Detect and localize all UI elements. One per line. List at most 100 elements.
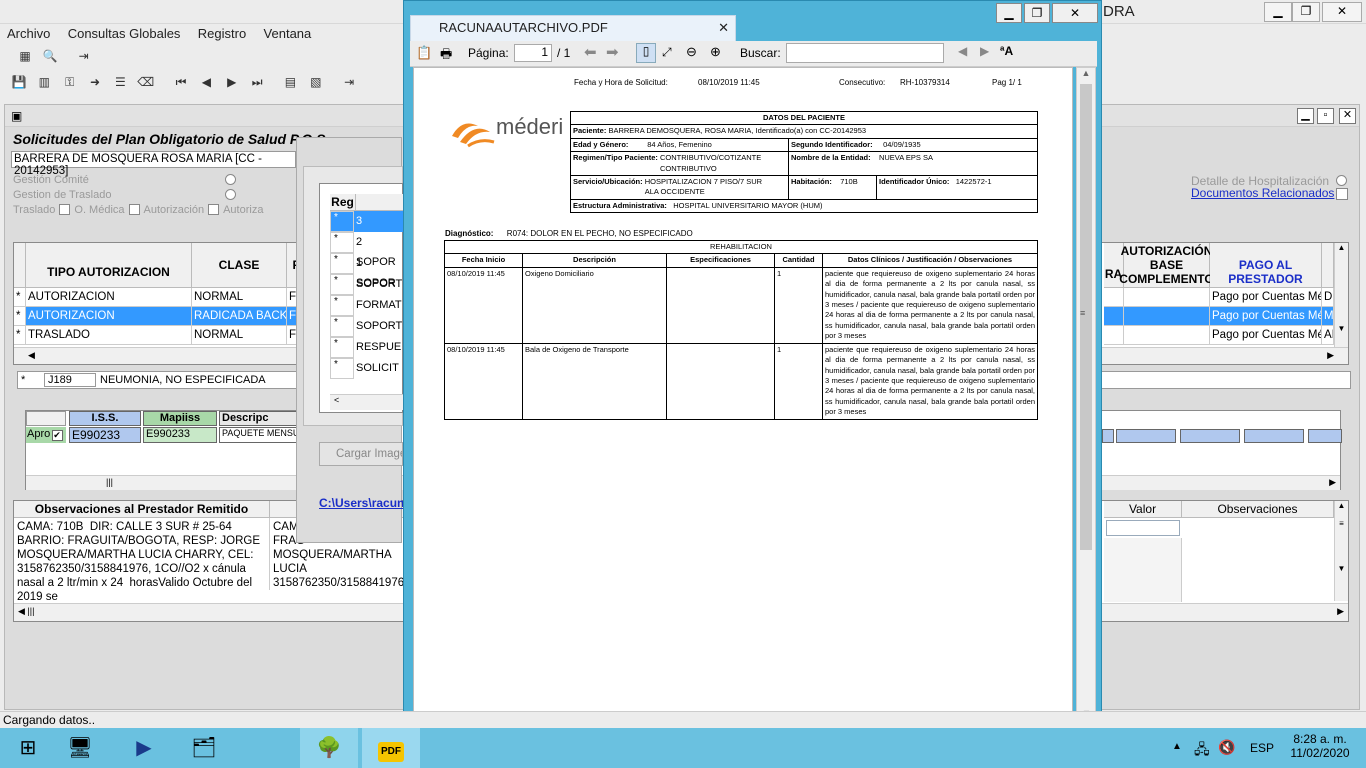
match-case-icon[interactable]: ªA	[1000, 44, 1013, 58]
volume-muted-icon[interactable]: 🔇	[1218, 739, 1235, 756]
network-icon[interactable]: 🖧	[1194, 739, 1210, 763]
list-icon[interactable]: ☰	[111, 73, 129, 91]
documentos-relacionados-link[interactable]: Documentos Relacionados	[1191, 186, 1334, 200]
menu-archivo[interactable]: Archivo	[0, 24, 57, 43]
exit2-icon[interactable]: ⇥	[340, 73, 358, 91]
search-next-icon[interactable]: ▶	[980, 44, 989, 58]
pdf-vscroll[interactable]: ▲ ≡ ▼	[1076, 67, 1096, 721]
col-pago-prestador[interactable]: PAGO AL PRESTADOR	[1210, 243, 1322, 288]
obs-vscroll[interactable]: ▲ ≡ ▼	[1334, 501, 1348, 601]
search-prev-icon[interactable]: ◀	[958, 44, 967, 58]
detalle-hospitalizacion-radio[interactable]	[1336, 175, 1347, 186]
col-tipo-autorizacion[interactable]: TIPO AUTORIZACION	[26, 243, 192, 288]
pdf-tab[interactable]: RACUNAAUTARCHIVO.PDF ✕	[410, 15, 736, 41]
grid-vscroll[interactable]: ▲ ▼	[1334, 243, 1348, 347]
list-item[interactable]: * 3 SOPOR	[330, 211, 404, 247]
search-input[interactable]	[786, 43, 944, 63]
close-tab-icon[interactable]: ✕	[718, 16, 729, 40]
tray-expand-icon[interactable]: ▲	[1172, 741, 1182, 752]
file-path-link[interactable]: C:\Users\racuna	[319, 496, 403, 510]
fit-page-icon[interactable]: ▯	[636, 43, 656, 63]
eraser-icon[interactable]: ⌫	[137, 73, 155, 91]
calculator-icon[interactable]: ▦	[16, 47, 34, 65]
gestion-comite-radio[interactable]	[225, 174, 236, 185]
prev-page-icon[interactable]: ⬅	[584, 43, 597, 61]
col-mapiiss[interactable]: Mapiiss	[143, 411, 217, 426]
minimize-button[interactable]: ▁	[1264, 2, 1292, 22]
menu-consultas-globales[interactable]: Consultas Globales	[61, 24, 188, 43]
close-button[interactable]: ✕	[1322, 2, 1362, 22]
list-item[interactable]: * FORMAT	[330, 295, 404, 316]
doc-diagnosis: Diagnóstico: R074: DOLOR EN EL PECHO, NO…	[445, 229, 693, 238]
key-icon[interactable]: ⚿	[61, 73, 79, 91]
service-iss[interactable]: E990233	[69, 427, 141, 443]
pdf-maximize-button[interactable]: ❐	[1024, 3, 1050, 23]
inner-close-button[interactable]: ✕	[1339, 108, 1356, 124]
dx-code[interactable]: J189	[44, 373, 96, 387]
zoom-out-icon[interactable]: ⊖	[686, 44, 697, 60]
save-icon[interactable]: 💾	[10, 73, 28, 91]
gestion-traslado-radio[interactable]	[225, 189, 236, 200]
col-observaciones[interactable]: Observaciones	[1182, 501, 1334, 518]
list-item[interactable]: * RESPUE	[330, 337, 404, 358]
print-icon[interactable]: 🖶	[440, 45, 452, 67]
col-clase[interactable]: CLASE	[192, 243, 287, 288]
page-input[interactable]: 1	[514, 44, 552, 62]
last-record-icon[interactable]: ⏭	[248, 73, 266, 91]
start-icon[interactable]: ⊞	[0, 728, 56, 768]
copy-icon[interactable]: 📋	[416, 45, 432, 61]
menu-registro[interactable]: Registro	[191, 24, 253, 43]
approve-checkbox[interactable]: ✔	[52, 430, 64, 441]
service-status[interactable]: Apro ✔	[26, 427, 66, 443]
list-item[interactable]: * 1 SOPOR	[330, 253, 404, 289]
exit-icon[interactable]: ⇥	[75, 47, 93, 65]
next-record-icon[interactable]: ▶	[223, 73, 241, 91]
report-icon[interactable]: ▤	[281, 73, 299, 91]
next-page-icon[interactable]: ➡	[606, 43, 619, 61]
omedica-checkbox[interactable]	[128, 204, 140, 215]
rehab-table: REHABILITACION Fecha Inicio Descripción …	[444, 239, 1038, 420]
tree-app-icon[interactable]: 🌳	[300, 728, 358, 768]
autorizacion-checkbox[interactable]	[208, 204, 220, 215]
col-reg[interactable]: Reg	[330, 194, 356, 211]
col-iss[interactable]: I.S.S.	[69, 411, 141, 426]
maximize-button[interactable]: ❐	[1292, 2, 1320, 22]
main-window-title-right: DRA	[1103, 3, 1135, 20]
inner-maximize-button[interactable]: ▫	[1317, 108, 1334, 124]
pdf-minimize-button[interactable]: ▁	[996, 3, 1022, 23]
menu-ventana[interactable]: Ventana	[257, 24, 319, 43]
documentos-relacionados-checkbox[interactable]	[1336, 188, 1348, 200]
zoom-in-icon[interactable]: ⊕	[710, 44, 721, 60]
powershell-icon[interactable]: ▶	[116, 728, 172, 768]
delete-icon[interactable]: ▥	[35, 73, 53, 91]
obs-text[interactable]: CAMA: 710B DIR: CALLE 3 SUR # 25-64 BARR…	[14, 518, 270, 603]
first-record-icon[interactable]: ⏮	[172, 73, 190, 91]
list-item[interactable]: * SOLICIT	[330, 358, 404, 379]
list-item[interactable]: * SOPORT	[330, 274, 404, 295]
pdf-close-button[interactable]: ✕	[1052, 3, 1098, 23]
file-explorer-icon[interactable]: 🗂	[176, 728, 232, 768]
prev-record-icon[interactable]: ◀	[197, 73, 215, 91]
documents-hscroll[interactable]: <	[330, 394, 404, 410]
forward-icon[interactable]: ➜	[86, 73, 104, 91]
cargar-imagen-button[interactable]: Cargar Imagen	[319, 442, 403, 466]
report-preview-icon[interactable]: ▧	[307, 73, 325, 91]
inner-minimize-button[interactable]: ▁	[1297, 108, 1314, 124]
omedica-label: O. Médica	[74, 204, 125, 216]
language-indicator[interactable]: ESP	[1250, 741, 1274, 755]
fit-width-icon[interactable]: ⤢	[662, 45, 672, 60]
patient-field[interactable]: BARRERA DE MOSQUERA ROSA MARIA [CC - 201…	[11, 151, 296, 177]
service-mapiss[interactable]: E990233	[143, 427, 217, 443]
col-autorizacion-base[interactable]: AUTORIZACIÓN BASE COMPLEMENTO	[1119, 243, 1214, 288]
clock[interactable]: 8:28 a. m. 11/02/2020	[1290, 732, 1350, 760]
col-valor[interactable]: Valor	[1104, 501, 1182, 518]
pdf-app-icon[interactable]: PDF	[362, 728, 420, 768]
valor-input[interactable]	[1106, 520, 1180, 536]
server-manager-icon[interactable]: 🖥	[52, 728, 108, 768]
preview-icon[interactable]: 🔍	[41, 47, 59, 65]
doc-req-value: 08/10/2019 11:45	[698, 78, 760, 87]
traslado-checkbox[interactable]	[59, 204, 71, 215]
list-item[interactable]: * SOPORT	[330, 316, 404, 337]
list-item[interactable]: * 2 SOPOR	[330, 232, 404, 268]
page-total: / 1	[557, 46, 571, 60]
